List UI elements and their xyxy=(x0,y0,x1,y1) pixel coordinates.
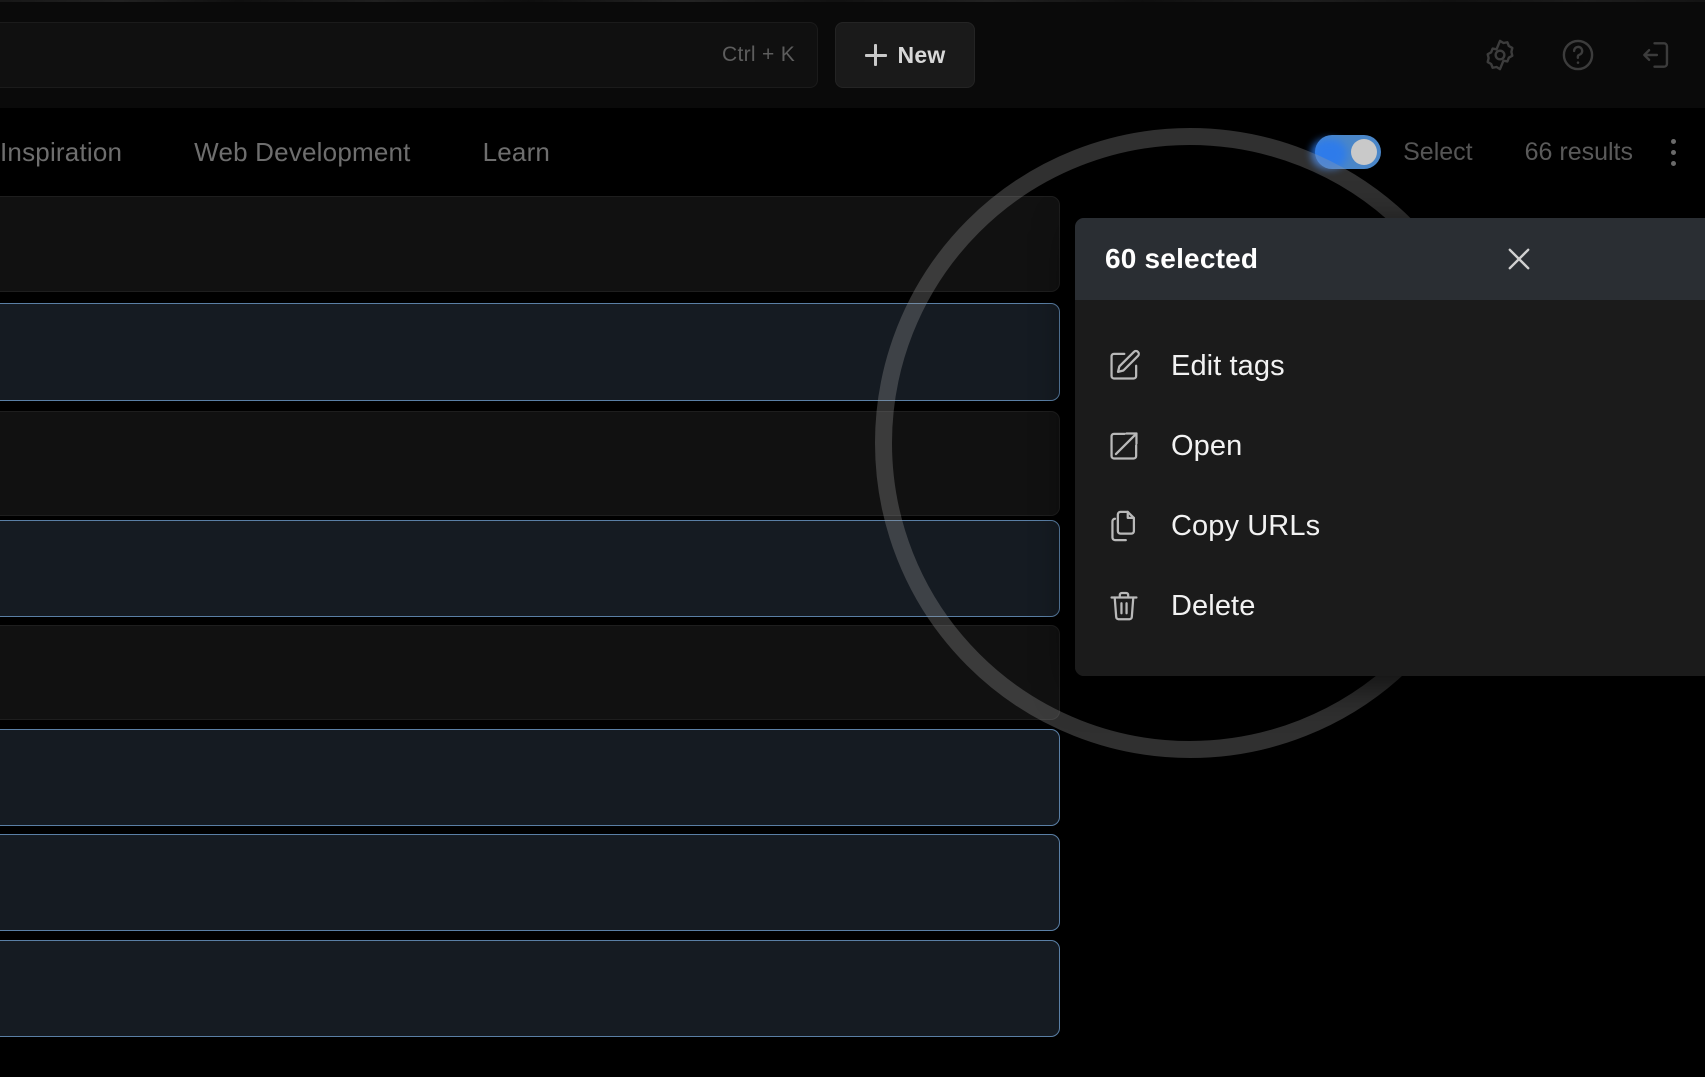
select-mode-toggle[interactable] xyxy=(1311,135,1382,169)
menu-item-label: Edit tags xyxy=(1171,349,1285,382)
new-button[interactable]: New xyxy=(835,22,975,88)
list-item[interactable] xyxy=(0,729,1060,826)
search-shortcut-hint: Ctrl + K xyxy=(722,43,795,66)
search-input[interactable]: Ctrl + K xyxy=(0,22,818,88)
settings-gear-icon xyxy=(1482,37,1518,73)
selection-count-title: 60 selected xyxy=(1105,243,1259,274)
top-bar-icon-group xyxy=(1475,30,1681,80)
copy-documents-icon xyxy=(1105,507,1143,545)
close-button[interactable] xyxy=(1498,238,1540,280)
toggle-glow xyxy=(1311,139,1348,169)
window-title-bar-edge xyxy=(0,0,1705,2)
select-toggle-label[interactable]: Select xyxy=(1403,138,1472,167)
toggle-knob xyxy=(1351,139,1378,165)
tab-list: Inspiration Web Development Learn xyxy=(0,108,550,196)
sign-out-icon xyxy=(1638,37,1674,73)
tab-inspiration[interactable]: Inspiration xyxy=(0,137,122,168)
list-item[interactable] xyxy=(0,411,1060,516)
trash-icon xyxy=(1105,587,1143,625)
list-item[interactable] xyxy=(0,625,1060,720)
menu-item-label: Copy URLs xyxy=(1171,509,1321,542)
menu-item-label: Delete xyxy=(1171,589,1256,622)
list-item[interactable] xyxy=(0,940,1060,1037)
tab-web-development[interactable]: Web Development xyxy=(194,137,410,168)
plus-icon xyxy=(864,44,887,66)
menu-item-open[interactable]: Open xyxy=(1075,406,1705,486)
top-bar: Ctrl + K New xyxy=(0,0,1705,108)
help-circle-icon xyxy=(1560,37,1596,73)
results-list xyxy=(0,196,1060,1077)
menu-item-copy-urls[interactable]: Copy URLs xyxy=(1075,486,1705,566)
menu-item-edit-tags[interactable]: Edit tags xyxy=(1075,326,1705,406)
menu-item-delete[interactable]: Delete xyxy=(1075,566,1705,646)
menu-item-label: Open xyxy=(1171,429,1243,462)
new-button-label: New xyxy=(897,41,946,68)
kebab-menu-icon[interactable] xyxy=(1659,130,1687,174)
external-link-icon xyxy=(1105,427,1143,465)
tab-learn[interactable]: Learn xyxy=(483,137,551,168)
app-root: Ctrl + K New Inspiration Web Development… xyxy=(0,0,1705,1077)
edit-pencil-icon xyxy=(1105,347,1143,385)
selection-context-menu-header: 60 selected xyxy=(1075,218,1705,300)
list-item[interactable] xyxy=(0,303,1060,401)
list-item[interactable] xyxy=(0,520,1060,617)
close-x-icon xyxy=(1502,242,1536,276)
selection-context-menu-items: Edit tags Open Copy URLs Delete xyxy=(1075,300,1705,676)
list-item[interactable] xyxy=(0,196,1060,292)
selection-context-menu: 60 selected Edit tags Open Copy URLs Del… xyxy=(1075,218,1705,676)
list-item[interactable] xyxy=(0,834,1060,931)
results-count-label: 66 results xyxy=(1524,137,1633,166)
toolbar-right: Select 66 results xyxy=(1311,108,1687,196)
help-button[interactable] xyxy=(1553,30,1603,80)
sign-out-button[interactable] xyxy=(1631,30,1681,80)
settings-gear-button[interactable] xyxy=(1475,30,1525,80)
tabs-row: Inspiration Web Development Learn Select… xyxy=(0,108,1705,196)
